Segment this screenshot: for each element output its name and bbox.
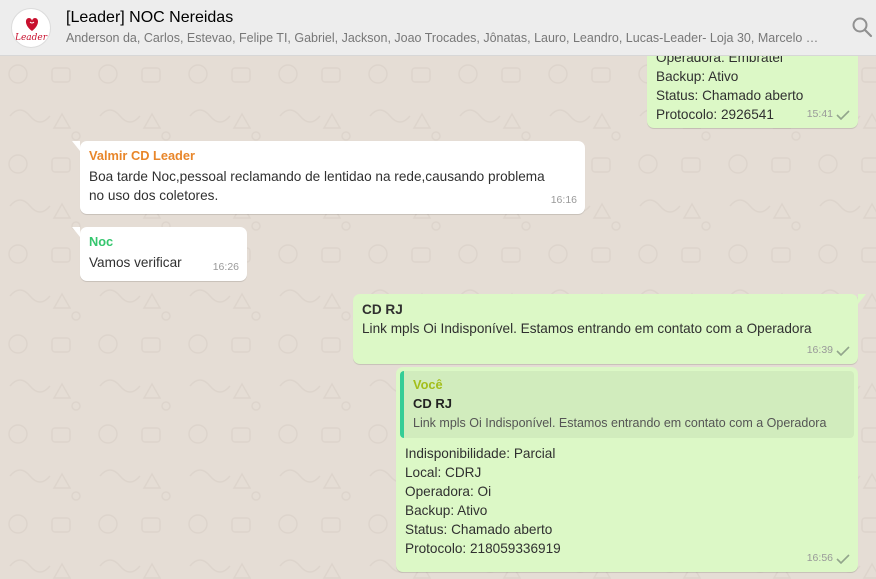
quoted-sender: Você [413,377,443,392]
message-bubble-outgoing-reply[interactable]: Você CD RJ Link mpls Oi Indisponível. Es… [396,367,858,572]
message-bubble-incoming[interactable]: Noc Vamos verificar 16:26 [72,227,247,281]
read-check-icon [836,109,850,120]
message-time: 16:16 [550,194,577,206]
bubble-tail [858,294,866,304]
message-time: 15:41 [806,108,833,120]
message-title: CD RJ [362,302,403,317]
message-text-line: Operadora: Embratel [656,56,783,65]
search-button[interactable] [850,15,874,39]
message-meta: 15:41 [807,105,850,124]
read-check-icon [836,553,850,564]
message-text-line: Protocolo: 218059336919 [405,541,561,556]
message-text-line: Boa tarde Noc,pessoal reclamando de lent… [89,169,545,184]
message-sender[interactable]: Noc [89,233,238,251]
message-text-line: Backup: Ativo [656,69,739,84]
message-text-line: no uso dos coletores. [89,188,219,203]
message-bubble-outgoing[interactable]: Operadora: Embratel Backup: Ativo Status… [647,56,858,128]
participants-list[interactable]: Anderson da, Carlos, Estevao, Felipe TI,… [66,31,826,45]
search-icon [852,17,873,38]
bubble-tail [72,141,80,151]
message-time: 16:26 [212,261,239,273]
chat-header: Leader [Leader] NOC Nereidas Anderson da… [0,0,876,56]
message-text-line: Status: Chamado aberto [656,88,804,103]
quoted-message[interactable]: Você CD RJ Link mpls Oi Indisponível. Es… [400,371,854,438]
message-meta: 16:56 [807,549,850,568]
message-meta: 16:39 [807,341,850,360]
message-text-line: Backup: Ativo [405,503,488,518]
chat-title[interactable]: [Leader] NOC Nereidas [66,9,233,27]
read-check-icon [836,345,850,356]
quoted-text: Link mpls Oi Indisponível. Estamos entra… [413,416,827,430]
message-sender[interactable]: Valmir CD Leader [89,147,576,165]
avatar-logo-text: Leader [14,33,48,43]
message-bubble-incoming[interactable]: Valmir CD Leader Boa tarde Noc,pessoal r… [72,141,585,214]
message-text-line: Link mpls Oi Indisponível. Estamos entra… [362,321,812,336]
message-text-line: Operadora: Oi [405,484,492,499]
message-bubble-outgoing[interactable]: CD RJ Link mpls Oi Indisponível. Estamos… [353,294,866,364]
message-text-line: Status: Chamado aberto [405,522,553,537]
message-time: 16:56 [806,552,833,564]
message-text-line: Indisponibilidade: Parcial [405,446,556,461]
message-text-line: Local: CDRJ [405,465,482,480]
message-list[interactable]: Operadora: Embratel Backup: Ativo Status… [0,56,876,579]
group-avatar[interactable]: Leader [11,8,51,48]
message-meta: 16:16 [551,191,577,210]
message-time: 16:39 [806,344,833,356]
bubble-tail [72,227,80,237]
message-meta: 16:26 [213,258,239,277]
quoted-title: CD RJ [413,396,453,411]
